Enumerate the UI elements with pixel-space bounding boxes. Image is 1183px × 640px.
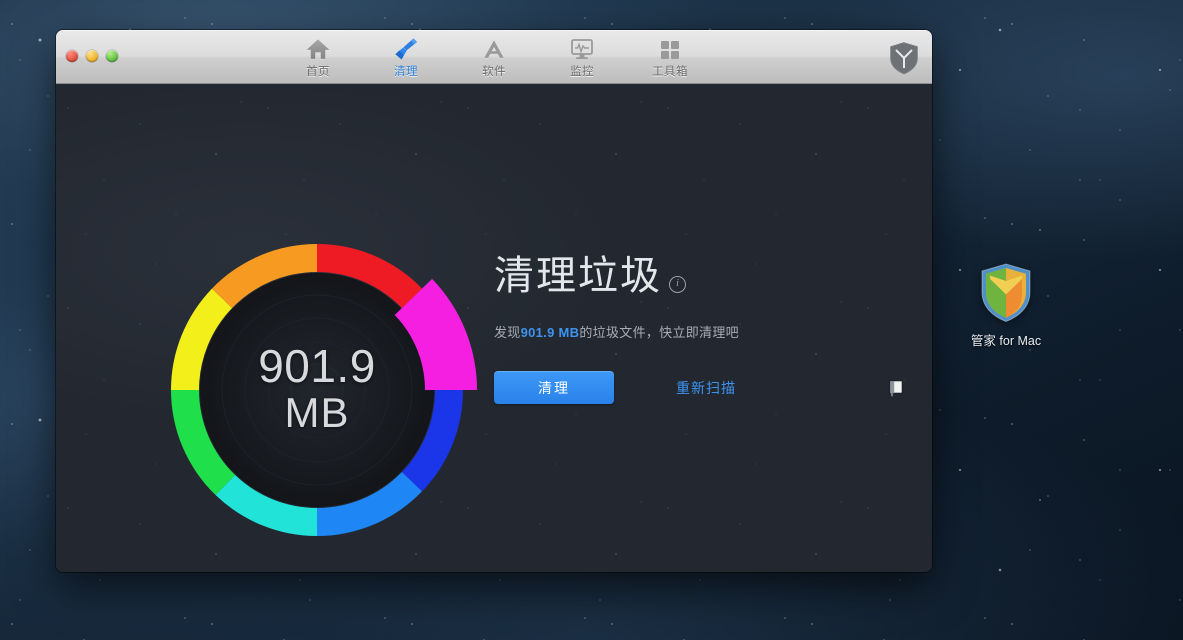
toolbar: 首页 清理 软件 监控 工具箱 bbox=[56, 31, 932, 87]
window-titlebar: 首页 清理 软件 监控 工具箱 bbox=[56, 30, 932, 84]
info-icon[interactable]: i bbox=[669, 275, 686, 293]
donut-svg bbox=[171, 244, 477, 536]
toolbar-item-clean[interactable]: 清理 bbox=[375, 35, 437, 79]
toolbar-label-clean: 清理 bbox=[394, 66, 418, 78]
subtitle-highlight: 901.9 MB bbox=[520, 325, 580, 340]
toolbar-label-toolbox: 工具箱 bbox=[652, 66, 688, 78]
desktop-app-icon-label: 管家 for Mac bbox=[970, 334, 1042, 348]
toolbar-item-home[interactable]: 首页 bbox=[287, 35, 349, 79]
rescan-link[interactable]: 重新扫描 bbox=[676, 378, 736, 398]
toolbar-label-home: 首页 bbox=[306, 66, 330, 78]
appstore-icon bbox=[481, 35, 507, 61]
toolbox-grid-icon bbox=[657, 35, 683, 61]
panel-title-row: 清理垃圾 i bbox=[494, 252, 914, 300]
panel-subtitle: 发现901.9 MB的垃圾文件，快立即清理吧 bbox=[494, 322, 914, 341]
broom-icon bbox=[393, 35, 419, 61]
toolbar-item-monitor[interactable]: 监控 bbox=[551, 35, 613, 79]
desktop-app-icon[interactable]: 管家 for Mac bbox=[960, 262, 1052, 349]
toolbar-label-monitor: 监控 bbox=[570, 66, 594, 78]
panel-actions: 清理 重新扫描 bbox=[494, 371, 914, 404]
toolbar-label-software: 软件 bbox=[482, 66, 506, 78]
subtitle-prefix: 发现 bbox=[494, 325, 521, 340]
home-icon bbox=[305, 35, 331, 61]
page-title: 清理垃圾 bbox=[494, 254, 662, 298]
main-content: 901.9 MB 清理垃圾 i 发现901.9 MB的垃圾文件，快立即清理吧 清… bbox=[56, 84, 932, 572]
monitor-icon bbox=[569, 35, 595, 61]
shield-icon[interactable] bbox=[888, 41, 920, 75]
junk-donut-chart: 901.9 MB bbox=[152, 225, 482, 555]
subtitle-suffix: 的垃圾文件，快立即清理吧 bbox=[579, 325, 739, 340]
toolbar-item-toolbox[interactable]: 工具箱 bbox=[639, 35, 701, 79]
clean-button[interactable]: 清理 bbox=[494, 371, 614, 404]
toolbar-item-software[interactable]: 软件 bbox=[463, 35, 525, 79]
guanjia-shield-icon bbox=[978, 262, 1034, 324]
note-page-icon[interactable] bbox=[888, 379, 904, 397]
donut-inner-disc bbox=[200, 273, 434, 507]
app-window: 首页 清理 软件 监控 工具箱 901.9 MB 清理垃圾 i 发现901.9 … bbox=[56, 30, 932, 572]
desktop-background: 首页 清理 软件 监控 工具箱 901.9 MB 清理垃圾 i 发现901.9 … bbox=[0, 0, 1183, 640]
clean-panel: 清理垃圾 i 发现901.9 MB的垃圾文件，快立即清理吧 清理 重新扫描 bbox=[494, 252, 914, 404]
